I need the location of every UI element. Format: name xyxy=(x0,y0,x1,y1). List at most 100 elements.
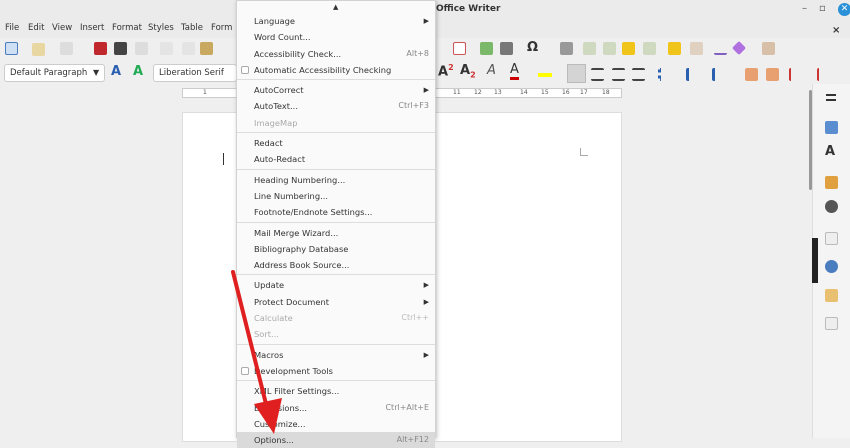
menu-item-automatic-accessibility-checking[interactable]: Automatic Accessibility Checking xyxy=(237,62,435,78)
accessibility-check-icon[interactable] xyxy=(825,317,838,330)
menu-view[interactable]: View xyxy=(52,23,72,33)
menu-item-xml-filter-settings[interactable]: XML Filter Settings... xyxy=(237,383,435,399)
menu-styles[interactable]: Styles xyxy=(148,23,174,33)
align-left-button[interactable] xyxy=(567,64,586,83)
menu-item-line-numbering[interactable]: Line Numbering... xyxy=(237,188,435,204)
sidebar-collapse-handle[interactable] xyxy=(812,238,818,283)
new-document-icon[interactable] xyxy=(5,42,18,55)
menu-insert[interactable]: Insert xyxy=(80,23,104,33)
menu-item-extensions[interactable]: Extensions... Ctrl+Alt+E xyxy=(237,400,435,416)
menu-format[interactable]: Format xyxy=(112,23,142,33)
manage-changes-icon[interactable] xyxy=(825,289,838,302)
style-inspector-icon[interactable] xyxy=(825,260,838,273)
menu-item-redact[interactable]: Redact xyxy=(237,135,435,151)
menu-item-update[interactable]: Update ▶ xyxy=(237,277,435,293)
draw-icon[interactable] xyxy=(762,42,775,55)
ruler-tick: 14 xyxy=(520,89,528,96)
copy-icon[interactable] xyxy=(182,42,195,55)
navigator-icon[interactable] xyxy=(825,200,838,213)
menu-item-label: Calculate xyxy=(254,313,293,324)
bullets-icon[interactable] xyxy=(658,68,671,81)
page-icon[interactable] xyxy=(825,232,838,245)
cross-reference-icon[interactable] xyxy=(643,42,656,55)
scroll-up-icon[interactable]: ▲ xyxy=(333,3,338,11)
close-document-button[interactable]: × xyxy=(832,25,840,36)
menu-item-customize[interactable]: Customize... xyxy=(237,416,435,432)
hyperlink-icon[interactable] xyxy=(560,42,573,55)
special-character-icon[interactable]: Ω xyxy=(527,40,540,55)
line-spacing-icon[interactable] xyxy=(789,68,802,81)
menu-item-macros[interactable]: Macros ▶ xyxy=(237,347,435,363)
paragraph-spacing-icon[interactable] xyxy=(817,68,830,81)
shapes-icon[interactable] xyxy=(731,40,747,56)
text-box-icon[interactable] xyxy=(453,42,466,55)
superscript-icon[interactable]: A2 xyxy=(438,63,454,79)
close-button[interactable]: ✕ xyxy=(838,3,850,16)
field-icon[interactable] xyxy=(500,42,513,55)
menu-item-label: Update xyxy=(254,280,285,291)
comment-icon[interactable] xyxy=(668,42,681,55)
menu-item-label: AutoText... xyxy=(254,101,298,112)
cut-icon[interactable] xyxy=(160,42,173,55)
menu-item-label: Footnote/Endnote Settings... xyxy=(254,207,373,218)
paste-icon[interactable] xyxy=(200,42,213,55)
line-icon[interactable] xyxy=(714,42,727,55)
menu-item-word-count[interactable]: Word Count... xyxy=(237,29,435,45)
font-name-select[interactable]: Liberation Serif xyxy=(153,64,237,82)
track-changes-icon[interactable] xyxy=(690,42,703,55)
styles-icon[interactable]: A xyxy=(825,144,835,159)
font-color-icon[interactable]: A xyxy=(510,62,519,80)
menu-item-heading-numbering[interactable]: Heading Numbering... xyxy=(237,172,435,188)
maximize-button[interactable]: ▫ xyxy=(819,3,826,14)
menu-form[interactable]: Form xyxy=(211,23,232,33)
subscript-icon[interactable]: A2 xyxy=(460,63,476,80)
print-preview-icon[interactable] xyxy=(135,42,148,55)
menu-item-bibliography-database[interactable]: Bibliography Database xyxy=(237,241,435,257)
menu-item-options[interactable]: Options... Alt+F12 xyxy=(237,432,435,448)
checkbox[interactable] xyxy=(241,65,249,74)
print-icon[interactable] xyxy=(114,42,127,55)
menu-item-mail-merge-wizard[interactable]: Mail Merge Wizard... xyxy=(237,225,435,241)
outline-icon[interactable] xyxy=(712,68,725,81)
numbering-icon[interactable] xyxy=(686,68,699,81)
menu-item-development-tools[interactable]: Development Tools xyxy=(237,363,435,379)
sidebar-menu-icon[interactable] xyxy=(826,94,836,101)
export-pdf-icon[interactable] xyxy=(94,42,107,55)
align-center-icon[interactable] xyxy=(591,68,604,81)
properties-icon[interactable] xyxy=(825,121,838,134)
menu-item-protect-document[interactable]: Protect Document ▶ xyxy=(237,294,435,310)
open-folder-icon[interactable] xyxy=(32,43,45,56)
menu-item-auto-redact[interactable]: Auto-Redact xyxy=(237,151,435,167)
justify-icon[interactable] xyxy=(632,68,645,81)
menu-item-accessibility-check[interactable]: Accessibility Check... Alt+8 xyxy=(237,46,435,62)
increase-indent-icon[interactable] xyxy=(745,68,758,81)
minimize-button[interactable]: – xyxy=(802,3,807,14)
decrease-indent-icon[interactable] xyxy=(766,68,779,81)
endnote-icon[interactable] xyxy=(603,42,616,55)
checkbox[interactable] xyxy=(241,366,249,375)
new-style-icon[interactable]: A xyxy=(133,64,143,79)
align-right-icon[interactable] xyxy=(612,68,625,81)
menu-item-footnote-endnote-settings[interactable]: Footnote/Endnote Settings... xyxy=(237,204,435,220)
update-style-icon[interactable]: A xyxy=(111,64,121,79)
bookmark-icon[interactable] xyxy=(622,42,635,55)
paragraph-style-select[interactable]: Default Paragraph xyxy=(4,64,105,82)
footnote-icon[interactable] xyxy=(583,42,596,55)
gallery-icon[interactable] xyxy=(825,176,838,189)
menu-file[interactable]: File xyxy=(5,23,19,33)
menu-item-language[interactable]: Language ▶ xyxy=(237,13,435,29)
chevron-down-icon[interactable]: ▼ xyxy=(93,68,99,77)
menu-table[interactable]: Table xyxy=(181,23,203,33)
clear-formatting-icon[interactable]: A xyxy=(487,63,496,78)
menu-item-address-book-source[interactable]: Address Book Source... xyxy=(237,257,435,273)
menu-item-autocorrect[interactable]: AutoCorrect ▶ xyxy=(237,82,435,98)
menu-item-label: Protect Document xyxy=(254,296,329,307)
highlight-color-icon[interactable] xyxy=(538,73,552,77)
save-icon[interactable] xyxy=(60,42,73,55)
submenu-arrow-icon: ▶ xyxy=(423,281,429,290)
menu-separator xyxy=(237,274,435,276)
menu-edit[interactable]: Edit xyxy=(28,23,44,33)
menu-item-autotext[interactable]: AutoText... Ctrl+F3 xyxy=(237,98,435,114)
ruler-tick: 13 xyxy=(494,89,502,96)
page-break-icon[interactable] xyxy=(480,42,493,55)
